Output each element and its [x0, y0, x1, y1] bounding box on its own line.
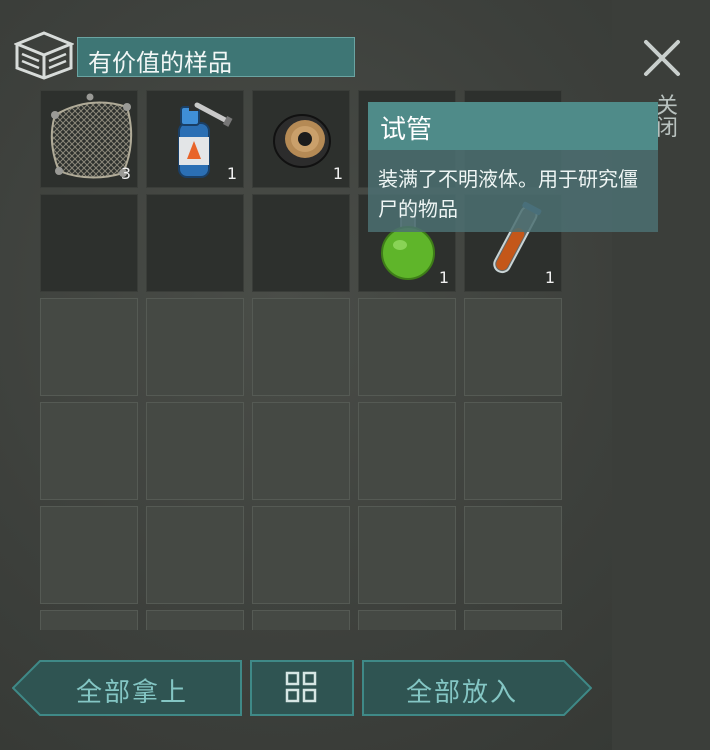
inventory-slot[interactable] — [40, 194, 138, 292]
inventory-slot[interactable]: 3 — [40, 90, 138, 188]
inventory-slot[interactable] — [146, 506, 244, 604]
tooltip-description: 装满了不明液体。用于研究僵尸的物品 — [378, 167, 638, 221]
tooltip-body: 装满了不明液体。用于研究僵尸的物品 — [368, 150, 658, 232]
inventory-slot[interactable] — [40, 298, 138, 396]
side-label[interactable]: 关闭 — [656, 96, 680, 140]
item-count: 1 — [226, 164, 237, 183]
item-count: 3 — [120, 164, 131, 183]
tooltip-title: 试管 — [380, 115, 433, 145]
item-count: 1 — [544, 268, 555, 287]
inventory-slot[interactable]: 1 — [252, 90, 350, 188]
inventory-slot[interactable] — [146, 402, 244, 500]
sort-button[interactable] — [250, 660, 354, 716]
item-tooltip: 试管 装满了不明液体。用于研究僵尸的物品 — [368, 102, 658, 232]
take-all-label: 全部拿上 — [76, 678, 189, 708]
inventory-slot[interactable] — [252, 194, 350, 292]
container-icon — [14, 31, 74, 80]
sort-grid-icon — [285, 671, 317, 703]
inventory-slot[interactable] — [146, 194, 244, 292]
inventory-slot[interactable] — [252, 506, 350, 604]
inventory-slot[interactable] — [146, 298, 244, 396]
take-all-button[interactable]: 全部拿上 — [12, 660, 242, 716]
inventory-slot[interactable] — [358, 506, 456, 604]
inventory-slot[interactable] — [358, 298, 456, 396]
inventory-slot[interactable] — [252, 402, 350, 500]
container-title: 有价值的样品 — [88, 49, 232, 77]
inventory-slot[interactable] — [464, 610, 562, 630]
inventory-slot[interactable] — [146, 610, 244, 630]
container-title-bar: 有价值的样品 — [77, 37, 355, 77]
inventory-slot[interactable] — [464, 506, 562, 604]
inventory-slot[interactable] — [252, 610, 350, 630]
inventory-slot[interactable] — [464, 402, 562, 500]
inventory-slot[interactable] — [252, 298, 350, 396]
tooltip-header: 试管 — [368, 102, 658, 150]
inventory-slot[interactable] — [40, 402, 138, 500]
put-all-label: 全部放入 — [406, 678, 519, 708]
item-count: 1 — [332, 164, 343, 183]
close-icon[interactable] — [640, 36, 684, 80]
inventory-slot[interactable] — [464, 298, 562, 396]
item-count: 1 — [438, 268, 449, 287]
inventory-slot[interactable]: 1 — [146, 90, 244, 188]
inventory-slot[interactable] — [40, 610, 138, 630]
inventory-slot[interactable] — [358, 402, 456, 500]
inventory-slot[interactable] — [40, 506, 138, 604]
put-all-button[interactable]: 全部放入 — [362, 660, 592, 716]
inventory-slot[interactable] — [358, 610, 456, 630]
